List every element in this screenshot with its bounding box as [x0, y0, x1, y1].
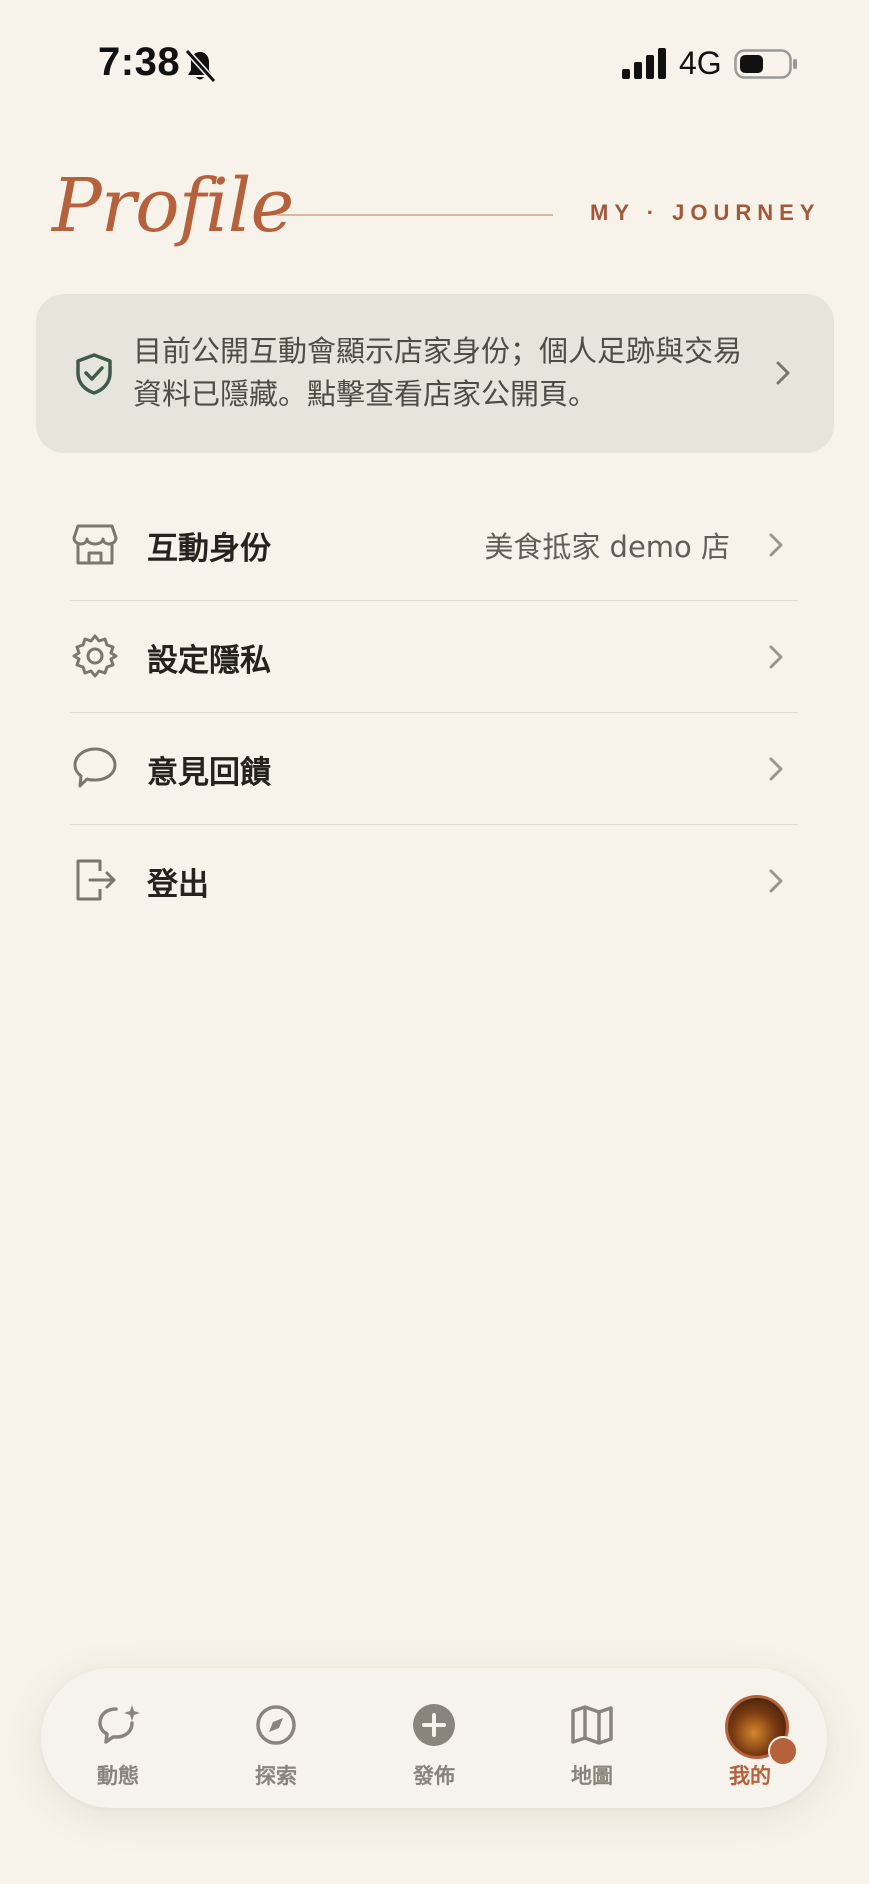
chevron-right-icon: [769, 533, 783, 557]
speech-bubble-icon: [73, 747, 117, 788]
menu-item-label: 互動身份: [147, 531, 271, 567]
chevron-right-icon: [769, 645, 783, 669]
menu-item-privacy-settings[interactable]: 設定隱私: [70, 601, 798, 713]
battery-icon: [734, 49, 797, 79]
plus-circle-icon: [413, 1704, 455, 1746]
menu-item-value: 美食抵家 demo 店: [484, 530, 730, 564]
tab-label: 發佈: [413, 1764, 455, 1788]
status-bar: 7:38 4G: [0, 0, 869, 130]
page-tagline: MY · JOURNEY: [590, 200, 821, 225]
tab-label: 探索: [255, 1764, 297, 1788]
status-time: 7:38: [98, 40, 181, 84]
chevron-right-icon: [776, 361, 790, 385]
tab-profile[interactable]: 我的: [680, 1668, 820, 1808]
compass-icon: [256, 1705, 296, 1745]
tab-post[interactable]: 發佈: [364, 1668, 504, 1808]
bottom-tab-bar: 動態 探索 發佈 地圖 我的: [41, 1668, 827, 1808]
chevron-right-icon: [769, 757, 783, 781]
tab-explore[interactable]: 探索: [206, 1668, 346, 1808]
tab-label: 動態: [97, 1764, 139, 1788]
profile-menu: 互動身份 美食抵家 demo 店 設定隱私 意見回饋 登出: [70, 489, 798, 936]
storefront-icon: [72, 524, 118, 565]
logout-icon: [76, 859, 116, 901]
map-icon: [571, 1705, 613, 1745]
bell-muted-icon: [184, 48, 217, 84]
tab-map[interactable]: 地圖: [522, 1668, 662, 1808]
privacy-notice-text: 目前公開互動會顯示店家身份；個人足跡與交易資料已隱藏。點擊查看店家公開頁。: [133, 334, 743, 411]
menu-item-logout[interactable]: 登出: [70, 825, 798, 936]
tab-feed[interactable]: 動態: [48, 1668, 188, 1808]
gear-icon: [72, 634, 118, 678]
privacy-notice-banner[interactable]: 目前公開互動會顯示店家身份；個人足跡與交易資料已隱藏。點擊查看店家公開頁。: [36, 294, 834, 453]
menu-item-feedback[interactable]: 意見回饋: [70, 713, 798, 825]
tab-label: 我的: [729, 1764, 771, 1788]
chevron-right-icon: [769, 869, 783, 893]
menu-item-label: 登出: [147, 867, 209, 903]
menu-item-interaction-identity[interactable]: 互動身份 美食抵家 demo 店: [70, 489, 798, 601]
shield-check-icon: [76, 353, 112, 395]
menu-item-label: 意見回饋: [147, 755, 271, 791]
cellular-signal-icon: [622, 48, 666, 79]
menu-item-label: 設定隱私: [147, 643, 271, 679]
page-title: Profile: [52, 163, 294, 249]
sparkle-chat-icon: [98, 1705, 140, 1744]
tab-label: 地圖: [571, 1764, 613, 1788]
network-type: 4G: [679, 45, 722, 81]
header-divider: [277, 214, 553, 216]
